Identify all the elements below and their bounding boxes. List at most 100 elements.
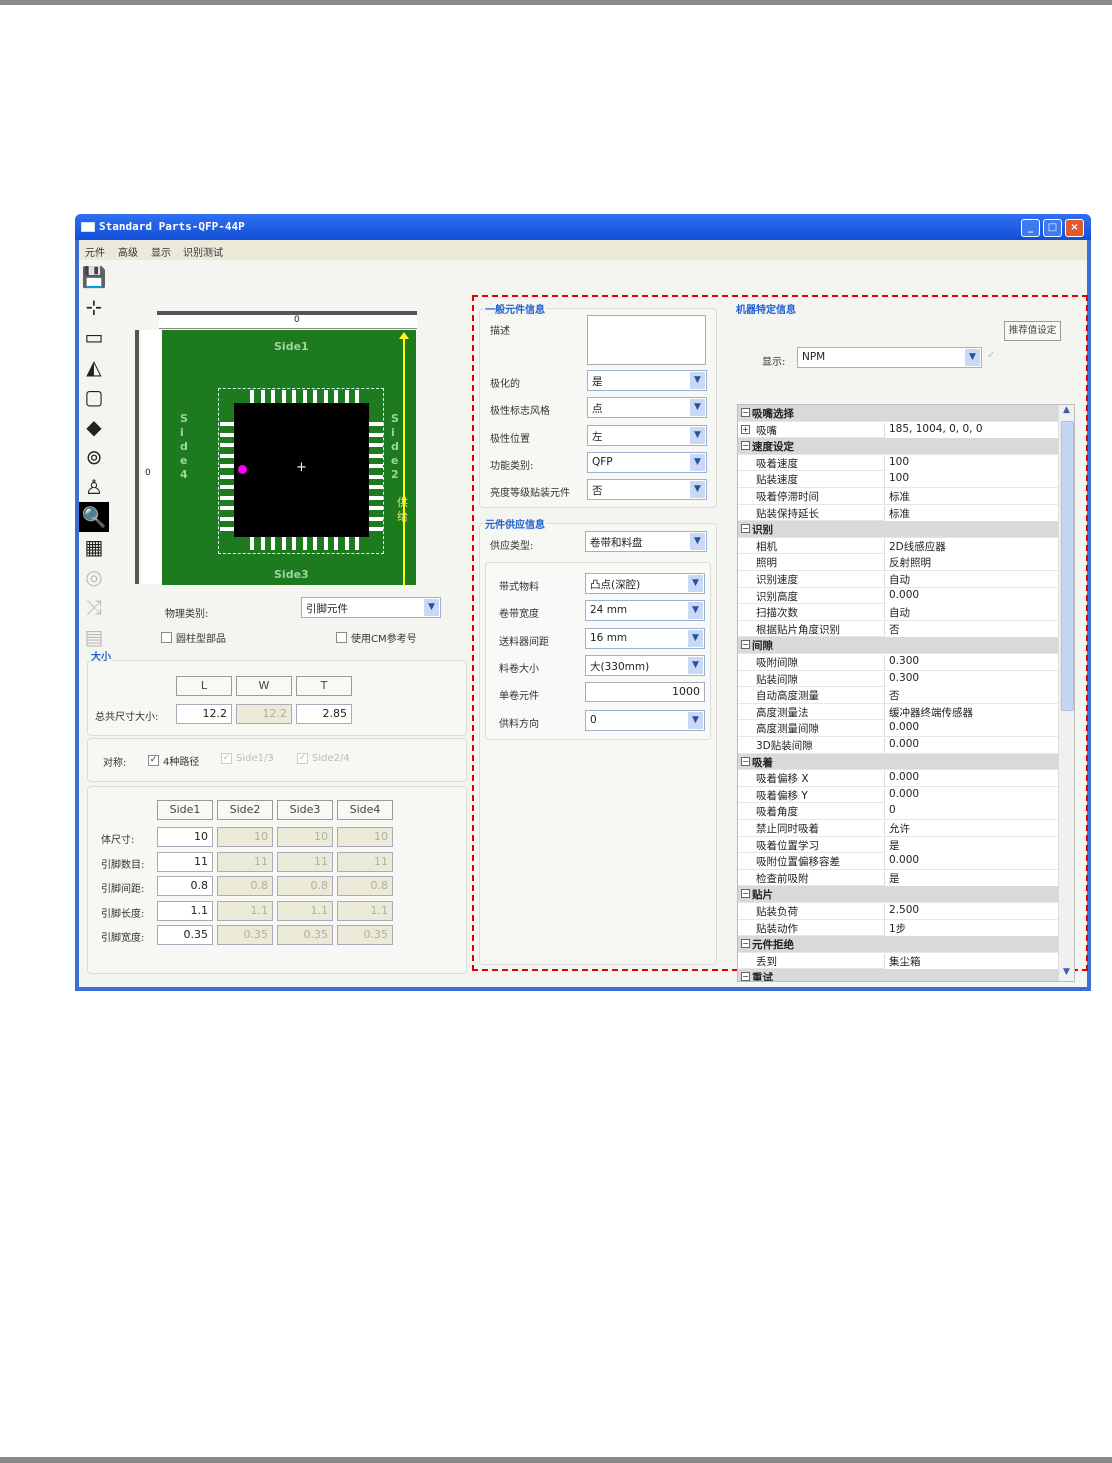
polarity-icon[interactable]: ◆ (79, 412, 109, 442)
property-category[interactable]: − 贴片 (738, 886, 1058, 903)
property-category[interactable]: − 识别 (738, 521, 1058, 538)
menu-recognition-test[interactable]: 识别测试 (183, 244, 223, 259)
maximize-button[interactable]: □ (1043, 219, 1062, 237)
property-row[interactable]: 3D贴装间隙 0.000 (738, 737, 1058, 754)
symmetry-4-paths-checkbox[interactable]: ✓ 4种路径 (148, 753, 199, 768)
nozzle-icon[interactable]: ⊹ (79, 292, 109, 322)
collapse-icon[interactable]: − (741, 408, 750, 417)
menu-advanced[interactable]: 高级 (118, 244, 138, 259)
scrollbar-thumb[interactable] (1061, 421, 1074, 711)
property-row[interactable]: 扫描次数 自动 (738, 604, 1058, 621)
side-value-input[interactable]: 11 (157, 851, 213, 872)
property-row[interactable]: 贴装速度 100 (738, 471, 1058, 488)
lighting-icon[interactable]: ◭ (79, 352, 109, 382)
property-value[interactable]: 2D线感应器 (884, 538, 1058, 554)
property-value[interactable]: 0.300 (884, 655, 1058, 670)
supply-field-select[interactable]: 0 ▼ (585, 709, 705, 731)
property-value[interactable]: 100 (884, 472, 1058, 488)
property-value[interactable]: 允许 (884, 821, 1058, 836)
property-category[interactable]: − 元件拒绝 (738, 936, 1058, 953)
property-value[interactable]: 自动 (884, 572, 1058, 587)
general-field-select[interactable]: 否 ▼ (587, 479, 707, 501)
side-value-input[interactable]: 0.8 (157, 876, 213, 896)
property-value[interactable]: 0.000 (884, 721, 1058, 737)
property-value[interactable]: 反射照明 (884, 555, 1058, 571)
property-row[interactable]: 吸着偏移 Y 0.000 (738, 787, 1058, 804)
property-row[interactable]: 识别高度 0.000 (738, 588, 1058, 605)
property-value[interactable]: 否 (884, 688, 1058, 704)
size-t-input[interactable]: 2.85 (296, 704, 352, 724)
property-category[interactable]: − 吸着 (738, 753, 1058, 771)
property-category[interactable]: − 重试 (738, 969, 1058, 981)
supply-field-select[interactable]: 24 mm ▼ (585, 600, 705, 622)
side-value-input[interactable]: 10 (157, 827, 213, 847)
property-value[interactable]: 0.000 (884, 787, 1058, 803)
property-row[interactable]: 吸着角度 0 (738, 803, 1058, 820)
image-icon[interactable]: ▦ (79, 532, 109, 562)
property-value[interactable]: 标准 (884, 489, 1058, 504)
size-w-header[interactable]: W (236, 676, 292, 696)
property-row[interactable]: 贴装负荷 2.500 (738, 903, 1058, 920)
collapse-icon[interactable]: − (741, 889, 750, 899)
property-row[interactable]: 识别速度 自动 (738, 571, 1058, 588)
supply-field-select[interactable]: 大(330mm) ▼ (585, 654, 705, 676)
side-header-3[interactable]: Side3 (277, 800, 333, 820)
property-value[interactable]: 缓冲器终端传感器 (884, 704, 1058, 720)
property-row[interactable]: 丢到 集尘箱 (738, 953, 1058, 970)
physical-type-select[interactable]: 引脚元件 ▼ (301, 597, 441, 618)
side-header-4[interactable]: Side4 (337, 800, 393, 820)
property-row[interactable]: 吸着位置学习 是 (738, 837, 1058, 854)
property-row[interactable]: 禁止同时吸着 允许 (738, 820, 1058, 837)
property-value[interactable]: 是 (884, 870, 1058, 886)
supply-field-select[interactable]: 16 mm ▼ (585, 627, 705, 649)
property-row[interactable]: 吸着停滞时间 标准 (738, 488, 1058, 505)
part-preview-canvas[interactable]: Side1 Side3 Side4 Side2 + 供给 (162, 330, 416, 585)
cylinder-part-checkbox[interactable]: 圆柱型部品 (161, 630, 226, 645)
tray-icon[interactable]: ▭ (79, 322, 109, 352)
side-header-1[interactable]: Side1 (157, 800, 213, 820)
general-field-select[interactable]: 点 ▼ (587, 397, 707, 419)
property-value[interactable]: 2.500 (884, 904, 1058, 919)
use-cm-ref-checkbox[interactable]: 使用CM参考号 (336, 630, 417, 645)
property-category[interactable]: − 间隙 (738, 637, 1058, 654)
supply-field-select[interactable]: 凸点(深腔) ▼ (585, 573, 705, 594)
property-row[interactable]: 根据贴片角度识别 否 (738, 621, 1058, 638)
general-field-select[interactable]: 是 ▼ (587, 370, 707, 391)
size-l-header[interactable]: L (176, 676, 232, 696)
property-value[interactable]: 100 (884, 455, 1058, 471)
size-t-header[interactable]: T (296, 676, 352, 696)
general-field-select[interactable]: QFP ▼ (587, 451, 707, 473)
property-value[interactable]: 0.300 (884, 671, 1058, 687)
supply-field-input[interactable]: 1000 (585, 682, 705, 703)
menu-part[interactable]: 元件 (85, 244, 105, 259)
property-value[interactable]: 否 (884, 621, 1058, 637)
property-value[interactable]: 0 (884, 804, 1058, 820)
side-header-2[interactable]: Side2 (217, 800, 273, 820)
general-field-select[interactable]: 左 ▼ (587, 424, 707, 446)
property-value[interactable]: 0.000 (884, 588, 1058, 604)
menu-display[interactable]: 显示 (151, 244, 171, 259)
property-value[interactable]: 0.000 (884, 738, 1058, 753)
property-row[interactable]: + 吸嘴 185, 1004, 0, 0, 0 (738, 422, 1058, 439)
property-value[interactable]: 标准 (884, 505, 1058, 521)
apply-check-icon[interactable]: ✓ (987, 350, 995, 361)
property-row[interactable]: 检查前吸附 是 (738, 870, 1058, 887)
inspection-icon[interactable]: ⊚ (79, 442, 109, 472)
save-icon[interactable]: 💾 (79, 262, 109, 292)
property-row[interactable]: 吸附间隙 0.300 (738, 654, 1058, 671)
zoom-icon[interactable]: 🔍 (79, 502, 109, 532)
property-value[interactable]: 1步 (884, 920, 1058, 936)
collapse-icon[interactable]: − (741, 524, 750, 534)
property-row[interactable]: 吸附位置偏移容差 0.000 (738, 853, 1058, 870)
outline-icon[interactable]: ▢ (79, 382, 109, 412)
property-value[interactable]: 自动 (884, 605, 1058, 621)
property-row[interactable]: 吸着偏移 X 0.000 (738, 770, 1058, 787)
scroll-down-icon[interactable]: ▼ (1063, 967, 1070, 977)
scroll-up-icon[interactable]: ▲ (1063, 405, 1070, 415)
property-row[interactable]: 照明 反射照明 (738, 554, 1058, 571)
property-category[interactable]: − 速度设定 (738, 438, 1058, 455)
display-select[interactable]: NPM ▼ (797, 347, 982, 368)
property-value[interactable]: 0.000 (884, 771, 1058, 787)
collapse-icon[interactable]: − (741, 972, 750, 981)
property-value[interactable]: 集尘箱 (884, 953, 1058, 969)
